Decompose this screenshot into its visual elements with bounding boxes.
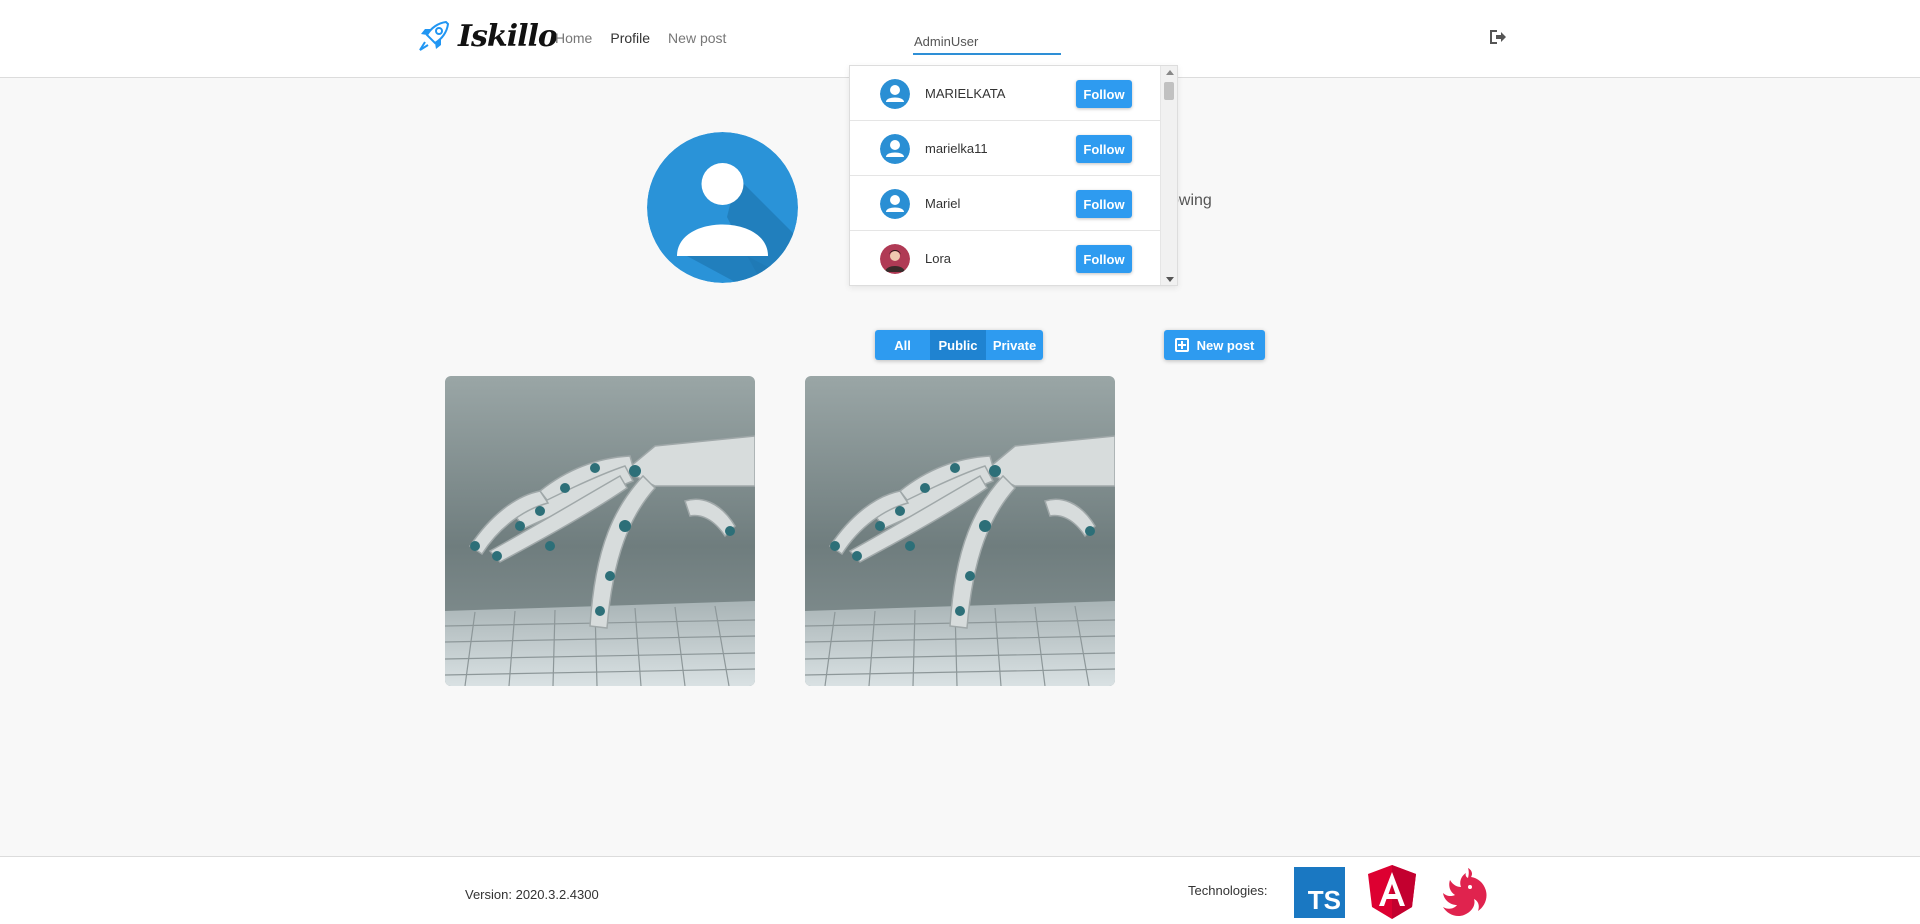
rocket-icon bbox=[419, 20, 450, 51]
profile-avatar bbox=[647, 132, 798, 283]
search-result-name[interactable]: Mariel bbox=[925, 196, 960, 211]
nav-link-new-post[interactable]: New post bbox=[668, 30, 726, 46]
version-label: Version: 2020.3.2.4300 bbox=[465, 887, 599, 902]
robot-hand-image bbox=[805, 376, 1115, 686]
angular-logo-icon bbox=[1368, 865, 1416, 919]
default-user-icon bbox=[880, 79, 910, 109]
logout-icon[interactable] bbox=[1488, 28, 1508, 46]
new-post-button[interactable]: New post bbox=[1164, 330, 1265, 360]
search-results-dropdown: MARIELKATA Follow marielka11 Follow Mari… bbox=[849, 65, 1178, 286]
search-result-name[interactable]: marielka11 bbox=[925, 141, 988, 156]
search-input[interactable] bbox=[913, 27, 1061, 55]
filter-all-button[interactable]: All bbox=[875, 330, 930, 360]
robot-hand-image bbox=[445, 376, 755, 686]
nav-link-profile[interactable]: Profile bbox=[610, 30, 650, 46]
default-user-icon bbox=[880, 189, 910, 219]
scroll-up-arrow-icon[interactable] bbox=[1166, 70, 1174, 75]
search-result-row[interactable]: marielka11 Follow bbox=[850, 121, 1161, 176]
app-logo[interactable]: Iskillo bbox=[416, 18, 558, 54]
post-filter-group: All Public Private bbox=[875, 330, 1043, 360]
search-result-row[interactable]: MARIELKATA Follow bbox=[850, 66, 1161, 121]
nestjs-logo-icon bbox=[1443, 868, 1487, 917]
scroll-down-arrow-icon[interactable] bbox=[1166, 277, 1174, 282]
user-photo-avatar bbox=[880, 244, 910, 274]
search-result-row[interactable]: Mariel Follow bbox=[850, 176, 1161, 231]
follow-button[interactable]: Follow bbox=[1076, 245, 1132, 273]
new-post-button-label: New post bbox=[1196, 337, 1255, 353]
follow-button[interactable]: Follow bbox=[1076, 190, 1132, 218]
main-nav: Home Profile New post bbox=[555, 30, 726, 46]
dropdown-scrollbar[interactable] bbox=[1160, 66, 1177, 285]
post-thumbnail[interactable] bbox=[805, 376, 1115, 686]
post-thumbnail[interactable] bbox=[445, 376, 755, 686]
follow-button[interactable]: Follow bbox=[1076, 135, 1132, 163]
footer: Version: 2020.3.2.4300 Technologies: TS bbox=[0, 856, 1920, 924]
technologies-label: Technologies: bbox=[1188, 883, 1268, 898]
ts-logo-text: TS bbox=[1307, 885, 1341, 915]
add-box-icon bbox=[1174, 338, 1189, 352]
search-result-name[interactable]: Lora bbox=[925, 251, 951, 266]
typescript-logo-icon: TS bbox=[1294, 867, 1345, 918]
scroll-thumb[interactable] bbox=[1164, 82, 1174, 100]
filter-private-button[interactable]: Private bbox=[986, 330, 1043, 360]
nav-link-home[interactable]: Home bbox=[555, 30, 592, 46]
search-result-name[interactable]: MARIELKATA bbox=[925, 86, 1005, 101]
filter-public-button[interactable]: Public bbox=[930, 330, 986, 360]
search-result-row[interactable]: Lora Follow bbox=[850, 231, 1161, 285]
logo-text: Iskillo bbox=[458, 18, 558, 54]
follow-button[interactable]: Follow bbox=[1076, 80, 1132, 108]
default-user-icon bbox=[880, 134, 910, 164]
